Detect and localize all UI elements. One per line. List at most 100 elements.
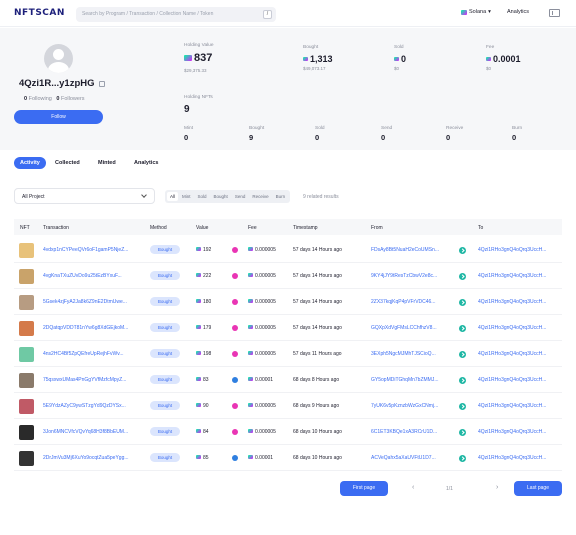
transaction-hash-link[interactable]: 2DQatqpVDDT81nYw6g8XdGEjkoM... xyxy=(43,325,143,331)
to-address-link[interactable]: 4Qzi1RHo3gnQ4oQrq3UccH... xyxy=(478,273,560,279)
marketplace-icon[interactable] xyxy=(232,247,238,253)
value-cell: 84 xyxy=(196,429,209,435)
copy-icon[interactable] xyxy=(99,81,105,87)
transaction-hash-link[interactable]: 5E9YdzAZyC9ywSTzgYd9QzDYSx... xyxy=(43,403,143,409)
tab-collected[interactable]: Collected xyxy=(55,157,80,169)
nft-thumbnail[interactable] xyxy=(19,295,34,310)
project-select[interactable]: All Project xyxy=(14,188,155,204)
to-address-link[interactable]: 4Qzi1RHo3gnQ4oQrq3UccH... xyxy=(478,429,560,435)
menu-toggle-icon[interactable] xyxy=(549,9,560,17)
bought-count-label: Bought xyxy=(249,126,265,131)
from-address-link[interactable]: 7yUK6v5pKznzbWzGxCNmj... xyxy=(371,403,451,409)
transaction-hash-link[interactable]: 4vdxp1nCYPeeQVr6oF1gamP5NjeZ... xyxy=(43,247,143,253)
sold-value: 0 xyxy=(394,54,406,64)
search-input[interactable]: Search by Program / Transaction / Collec… xyxy=(76,7,276,22)
nav-analytics[interactable]: Analytics xyxy=(507,9,529,15)
bought-label: Bought xyxy=(303,45,319,50)
search-shortcut-key: / xyxy=(263,10,272,19)
tab-activity[interactable]: Activity xyxy=(14,157,46,169)
nft-thumbnail[interactable] xyxy=(19,425,34,440)
from-address-link[interactable]: 9KY4jJY9tResTzCbwV2e8c... xyxy=(371,273,451,279)
marketplace-icon[interactable] xyxy=(232,325,238,331)
next-page-icon[interactable]: › xyxy=(496,484,498,491)
solana-icon xyxy=(196,325,201,329)
to-address-link[interactable]: 4Qzi1RHo3gnQ4oQrq3UccH... xyxy=(478,455,560,461)
transaction-hash-link[interactable]: 4vgKnaTXuZUvDo9u25tEzBYxuF... xyxy=(43,273,143,279)
filter-mint[interactable]: Mint xyxy=(179,192,194,201)
solana-icon xyxy=(196,455,201,459)
transaction-hash-link[interactable]: 5Gsek4zjFyA2Ja8k6Z9nE2DtmUwe... xyxy=(43,299,143,305)
nft-thumbnail[interactable] xyxy=(19,347,34,362)
first-page-button[interactable]: First page xyxy=(340,481,388,496)
to-address-link[interactable]: 4Qzi1RHo3gnQ4oQrq3UccH... xyxy=(478,403,560,409)
fee-cell: 0.000005 xyxy=(248,247,276,253)
table-row[interactable]: 5Gsek4zjFyA2Ja8k6Z9nE2DtmUwe... Bought 180… xyxy=(14,289,562,315)
wallet-address: 4Qzi1R...y1zpHG xyxy=(19,78,95,89)
nft-thumbnail[interactable] xyxy=(19,451,34,466)
solana-icon xyxy=(248,299,253,303)
to-address-link[interactable]: 4Qzi1RHo3gnQ4oQrq3UccH... xyxy=(478,299,560,305)
burn-count: 0 xyxy=(512,133,517,142)
from-address-link[interactable]: GQXpXdVgFMsLCChfhzV8... xyxy=(371,325,451,331)
tab-minted[interactable]: Minted xyxy=(98,157,116,169)
prev-page-icon[interactable]: ‹ xyxy=(412,484,414,491)
from-address-link[interactable]: 6C1ET3KBQe1xA3RCrU1D... xyxy=(371,429,451,435)
to-address-link[interactable]: 4Qzi1RHo3gnQ4oQrq3UccH... xyxy=(478,247,560,253)
nft-thumbnail[interactable] xyxy=(19,399,34,414)
marketplace-icon[interactable] xyxy=(232,455,238,461)
marketplace-icon[interactable] xyxy=(232,403,238,409)
timestamp: 68 days 9 Hours ago xyxy=(293,403,340,409)
to-address-link[interactable]: 4Qzi1RHo3gnQ4oQrq3UccH... xyxy=(478,325,560,331)
filter-bought[interactable]: Bought xyxy=(211,192,231,201)
table-row[interactable]: 2DQatqpVDDT81nYw6g8XdGEjkoM... Bought 179 0… xyxy=(14,315,562,341)
table-row[interactable]: 3Jon6MNCVfcVQvYq68H3f8BbEUM... Bought 84 0.… xyxy=(14,419,562,445)
last-page-button[interactable]: Last page xyxy=(514,481,562,496)
marketplace-icon[interactable] xyxy=(232,429,238,435)
table-row[interactable]: 4ns2HC4Bf5ZpQEfreUpRejhFvWv... Bought 198 0… xyxy=(14,341,562,367)
table-row[interactable]: 75qsxwxUMas4PnGgYVfMzfcMpyZ... Bought 83 0.… xyxy=(14,367,562,393)
table-row[interactable]: 2DrJmVu3Mj6XuYo9ocqtZua5peYgg... Bought 85… xyxy=(14,445,562,471)
from-address-link[interactable]: GY5opMDiTGhqMn7bZMMJ... xyxy=(371,377,451,383)
table-row[interactable]: 4vdxp1nCYPeeQVr6oF1gamP5NjeZ... Bought 192… xyxy=(14,237,562,263)
nftscan-logo[interactable]: NFTSCAN xyxy=(14,8,65,18)
chain-selector[interactable]: Solana ▾ xyxy=(461,9,491,15)
to-address-link[interactable]: 4Qzi1RHo3gnQ4oQrq3UccH... xyxy=(478,377,560,383)
marketplace-icon[interactable] xyxy=(232,351,238,357)
transaction-hash-link[interactable]: 4ns2HC4Bf5ZpQEfreUpRejhFvWv... xyxy=(43,351,143,357)
marketplace-icon[interactable] xyxy=(232,377,238,383)
to-address-link[interactable]: 4Qzi1RHo3gnQ4oQrq3UccH... xyxy=(478,351,560,357)
transaction-hash-link[interactable]: 2DrJmVu3Mj6XuYo9ocqtZua5peYgg... xyxy=(43,455,143,461)
transaction-hash-link[interactable]: 75qsxwxUMas4PnGgYVfMzfcMpyZ... xyxy=(43,377,143,383)
fee-cell: 0.000005 xyxy=(248,403,276,409)
filter-all[interactable]: All xyxy=(167,192,179,201)
nft-thumbnail[interactable] xyxy=(19,269,34,284)
value-cell: 83 xyxy=(196,377,209,383)
nft-thumbnail[interactable] xyxy=(19,321,34,336)
avatar xyxy=(44,44,73,73)
nft-thumbnail[interactable] xyxy=(19,373,34,388)
marketplace-icon[interactable] xyxy=(232,299,238,305)
from-address-link[interactable]: 2ZX37kqjKqP4pVFrVDC46... xyxy=(371,299,451,305)
from-address-link[interactable]: 3EXph5NgcMJMhTJSCioQ... xyxy=(371,351,451,357)
solana-icon xyxy=(248,403,253,407)
table-row[interactable]: 5E9YdzAZyC9ywSTzgYd9QzDYSx... Bought 90 0.0… xyxy=(14,393,562,419)
timestamp: 57 days 11 Hours ago xyxy=(293,351,342,357)
from-address-link[interactable]: FDsAy8Bt5NuaH2eCoUMSn... xyxy=(371,247,451,253)
transaction-hash-link[interactable]: 3Jon6MNCVfcVQvYq68H3f8BbEUM... xyxy=(43,429,143,435)
col-value: Value xyxy=(196,225,209,231)
nft-thumbnail[interactable] xyxy=(19,243,34,258)
table-row[interactable]: 4vgKnaTXuZUvDo9u25tEzBYxuF... Bought 222 0.… xyxy=(14,263,562,289)
filter-sold[interactable]: Sold xyxy=(195,192,210,201)
marketplace-icon[interactable] xyxy=(232,273,238,279)
tab-analytics[interactable]: Analytics xyxy=(134,157,158,169)
timestamp: 68 days 8 Hours ago xyxy=(293,377,340,383)
follow-button[interactable]: Follow xyxy=(14,110,103,124)
filter-receive[interactable]: Receive xyxy=(249,192,271,201)
from-address-link[interactable]: ACVeQahx5aXaUVFtU1D7... xyxy=(371,455,451,461)
fee-usd: $0 xyxy=(486,66,492,71)
col-fee: Fee xyxy=(248,225,257,231)
filter-send[interactable]: Send xyxy=(232,192,249,201)
filter-burn[interactable]: Burn xyxy=(273,192,289,201)
arrow-right-icon xyxy=(459,403,466,410)
mint-label: Mint xyxy=(184,126,194,131)
